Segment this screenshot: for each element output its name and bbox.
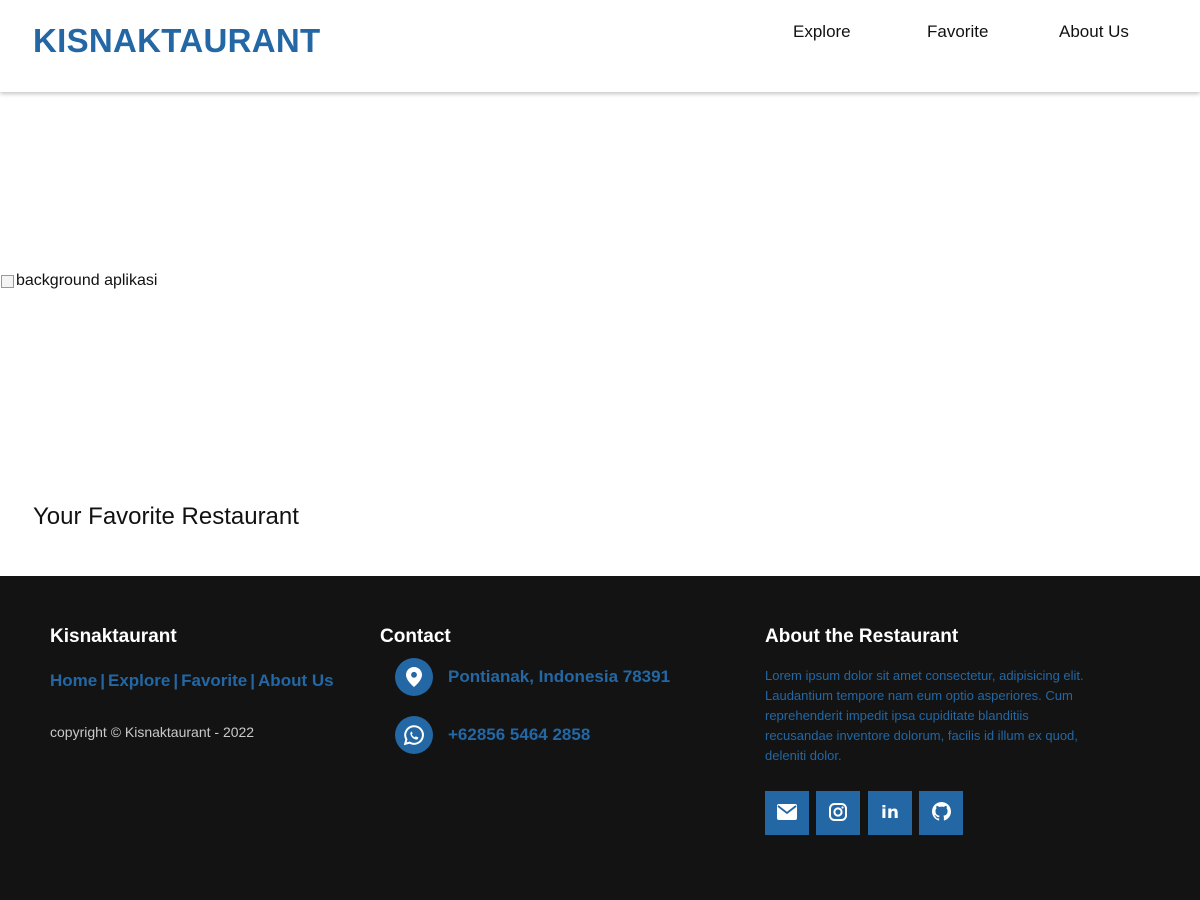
contact-address: Pontianak, Indonesia 78391	[395, 658, 670, 696]
about-restaurant-title: About the Restaurant	[765, 626, 959, 647]
hero-tagline: Your Favorite Restaurant	[33, 503, 299, 530]
copyright-text: copyright © Kisnaktaurant - 2022	[50, 724, 255, 740]
instagram-social-button[interactable]	[816, 791, 860, 835]
footer-link-separator: |	[173, 671, 179, 690]
footer-links: Home | Explore | Favorite | About Us	[50, 671, 334, 691]
main-nav: Explore Favorite About Us	[0, 22, 1200, 44]
github-icon	[931, 802, 951, 824]
linkedin-social-button[interactable]: in	[868, 791, 912, 835]
hero-background-image: background aplikasi	[0, 272, 157, 290]
broken-image-icon	[0, 273, 16, 289]
nav-link-favorite[interactable]: Favorite	[927, 22, 988, 42]
contact-phone-text[interactable]: +62856 5464 2858	[448, 725, 590, 745]
hero-section: background aplikasi Your Favorite Restau…	[0, 92, 1200, 576]
github-social-button[interactable]	[919, 791, 963, 835]
site-header: KISNAKTAURANT Explore Favorite About Us	[0, 0, 1200, 92]
whatsapp-icon	[395, 716, 433, 754]
footer-link-favorite[interactable]: Favorite	[181, 671, 247, 690]
contact-address-text: Pontianak, Indonesia 78391	[448, 667, 671, 686]
map-marker-icon	[395, 658, 433, 696]
contact-phone: +62856 5464 2858	[395, 716, 590, 754]
footer-link-about-us[interactable]: About Us	[258, 671, 334, 690]
footer-link-explore[interactable]: Explore	[108, 671, 170, 690]
nav-link-about-us[interactable]: About Us	[1059, 22, 1129, 42]
footer-link-separator: |	[250, 671, 256, 690]
contact-title: Contact	[380, 626, 451, 647]
envelope-icon	[777, 803, 797, 823]
instagram-icon	[829, 802, 847, 824]
linkedin-icon: in	[881, 803, 899, 823]
email-social-button[interactable]	[765, 791, 809, 835]
hero-image-alt-text: background aplikasi	[16, 272, 158, 289]
about-restaurant-text: Lorem ipsum dolor sit amet consectetur, …	[765, 668, 1084, 763]
footer-link-home[interactable]: Home	[50, 671, 97, 690]
site-footer: Kisnaktaurant Home | Explore | Favorite | Abou…	[0, 576, 1200, 900]
footer-link-separator: |	[100, 671, 105, 690]
footer-brand-title: Kisnaktaurant	[50, 626, 177, 647]
nav-link-explore[interactable]: Explore	[793, 22, 851, 42]
